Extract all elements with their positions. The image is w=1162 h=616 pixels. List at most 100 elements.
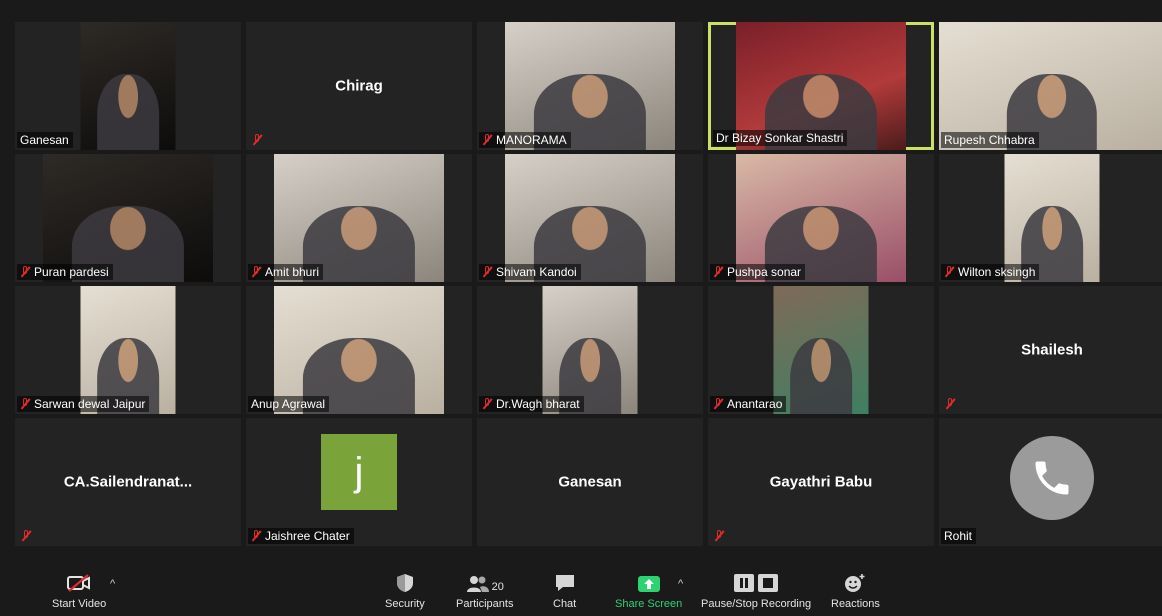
- participants-icon: 20: [466, 569, 504, 593]
- reactions-label: Reactions: [831, 598, 880, 610]
- participant-tile[interactable]: Shailesh: [939, 286, 1162, 414]
- name-label: Sarwan dewal Jaipur: [17, 396, 150, 412]
- video-options-chevron-icon[interactable]: ^: [110, 578, 115, 590]
- video-feed: [43, 154, 213, 282]
- start-video-button[interactable]: Start Video: [52, 569, 106, 610]
- participant-name: Anantarao: [727, 397, 783, 411]
- participant-tile[interactable]: Anantarao: [708, 286, 934, 414]
- participant-tile[interactable]: Amit bhuri: [246, 154, 472, 282]
- video-feed: [274, 154, 444, 282]
- meeting-toolbar: Start Video ^ Security 20 Participants C…: [0, 558, 1162, 616]
- participant-grid: Ganesan Chirag MANORAMA Dr Bizay Sonkar …: [15, 22, 1162, 546]
- participant-tile[interactable]: Anup Agrawal: [246, 286, 472, 414]
- name-label: Amit bhuri: [248, 264, 324, 280]
- avatar: j: [321, 434, 397, 510]
- participant-tile-active-speaker[interactable]: Dr Bizay Sonkar Shastri: [708, 22, 934, 150]
- muted-mic-icon: [20, 266, 30, 278]
- participant-tile[interactable]: Wilton sksingh: [939, 154, 1162, 282]
- participant-display-name: Shailesh: [1021, 341, 1083, 359]
- video-feed: [939, 22, 1162, 150]
- video-feed: [80, 22, 176, 150]
- share-options-chevron-icon[interactable]: ^: [678, 578, 683, 590]
- muted-mic-icon: [251, 266, 261, 278]
- participant-tile[interactable]: Gayathri Babu: [708, 418, 934, 546]
- reactions-button[interactable]: Reactions: [831, 569, 880, 610]
- participant-tile[interactable]: Dr.Wagh bharat: [477, 286, 703, 414]
- pause-stop-recording-button[interactable]: Pause/Stop Recording: [701, 569, 811, 610]
- video-off-icon: [66, 569, 92, 593]
- name-label: MANORAMA: [479, 132, 571, 148]
- muted-mic-icon: [482, 266, 492, 278]
- chat-bubble-icon: [554, 569, 576, 593]
- security-label: Security: [385, 598, 425, 610]
- name-label: Dr.Wagh bharat: [479, 396, 584, 412]
- participant-tile[interactable]: Ganesan: [15, 22, 241, 150]
- participant-tile[interactable]: Rupesh Chhabra: [939, 22, 1162, 150]
- participant-name: Ganesan: [20, 133, 69, 147]
- participant-name: Rupesh Chhabra: [944, 133, 1035, 147]
- security-button[interactable]: Security: [385, 569, 425, 610]
- recording-controls-icon: [733, 569, 779, 593]
- name-label: Pushpa sonar: [710, 264, 806, 280]
- participants-label: Participants: [456, 598, 514, 610]
- participant-tile[interactable]: MANORAMA: [477, 22, 703, 150]
- phone-icon: [1010, 436, 1094, 520]
- muted-mic-icon: [482, 398, 492, 410]
- muted-mic-icon: [945, 398, 955, 410]
- share-screen-button[interactable]: Share Screen: [615, 569, 682, 610]
- participant-display-name: Chirag: [335, 77, 383, 95]
- participant-tile[interactable]: Shivam Kandoi: [477, 154, 703, 282]
- muted-mic-icon: [482, 134, 492, 146]
- name-label: Shivam Kandoi: [479, 264, 581, 280]
- recording-label: Pause/Stop Recording: [701, 598, 812, 610]
- muted-mic-icon: [713, 266, 723, 278]
- participant-name: Pushpa sonar: [727, 265, 802, 279]
- participant-name: Amit bhuri: [265, 265, 320, 279]
- share-screen-label: Share Screen: [615, 598, 683, 610]
- participant-display-name: Gayathri Babu: [769, 473, 873, 491]
- muted-mic-icon: [944, 266, 954, 278]
- participant-name: Anup Agrawal: [251, 397, 326, 411]
- participant-tile[interactable]: Ganesan: [477, 418, 703, 546]
- participant-tile[interactable]: CA.Sailendranat...: [15, 418, 241, 546]
- shield-icon: [396, 569, 414, 593]
- name-label: Rohit: [941, 528, 977, 544]
- muted-mic-icon: [714, 530, 724, 542]
- muted-mic-icon: [251, 530, 261, 542]
- participant-tile[interactable]: Chirag: [246, 22, 472, 150]
- participants-count: 20: [491, 581, 504, 593]
- video-feed: [80, 286, 176, 414]
- muted-mic-icon: [20, 398, 30, 410]
- video-feed: [505, 154, 675, 282]
- participant-name: Sarwan dewal Jaipur: [34, 397, 146, 411]
- name-label: Ganesan: [17, 132, 73, 148]
- video-feed: [736, 154, 906, 282]
- chat-label: Chat: [553, 598, 577, 610]
- participant-name: Puran pardesi: [34, 265, 109, 279]
- participant-tile[interactable]: Pushpa sonar: [708, 154, 934, 282]
- name-label: Anup Agrawal: [248, 396, 330, 412]
- participant-tile[interactable]: Sarwan dewal Jaipur: [15, 286, 241, 414]
- participant-name: Dr Bizay Sonkar Shastri: [716, 131, 844, 145]
- name-label: Anantarao: [710, 396, 787, 412]
- name-label: Jaishree Chater: [248, 528, 354, 544]
- participant-name: MANORAMA: [496, 133, 567, 147]
- participant-name: Shivam Kandoi: [496, 265, 577, 279]
- video-feed: [773, 286, 869, 414]
- video-feed: [505, 22, 675, 150]
- chat-button[interactable]: Chat: [553, 569, 576, 610]
- participants-button[interactable]: 20 Participants: [456, 569, 513, 610]
- video-feed: [542, 286, 638, 414]
- participant-tile[interactable]: j Jaishree Chater: [246, 418, 472, 546]
- participant-tile[interactable]: Rohit: [939, 418, 1162, 546]
- participant-name: Dr.Wagh bharat: [496, 397, 580, 411]
- participant-name: Rohit: [944, 529, 973, 543]
- start-video-label: Start Video: [52, 598, 107, 610]
- participant-tile[interactable]: Puran pardesi: [15, 154, 241, 282]
- video-feed: [1004, 154, 1100, 282]
- muted-mic-icon: [713, 398, 723, 410]
- name-label: Rupesh Chhabra: [941, 132, 1039, 148]
- participant-display-name: Ganesan: [558, 473, 622, 491]
- name-label: Dr Bizay Sonkar Shastri: [713, 130, 848, 146]
- participant-name: Jaishree Chater: [265, 529, 350, 543]
